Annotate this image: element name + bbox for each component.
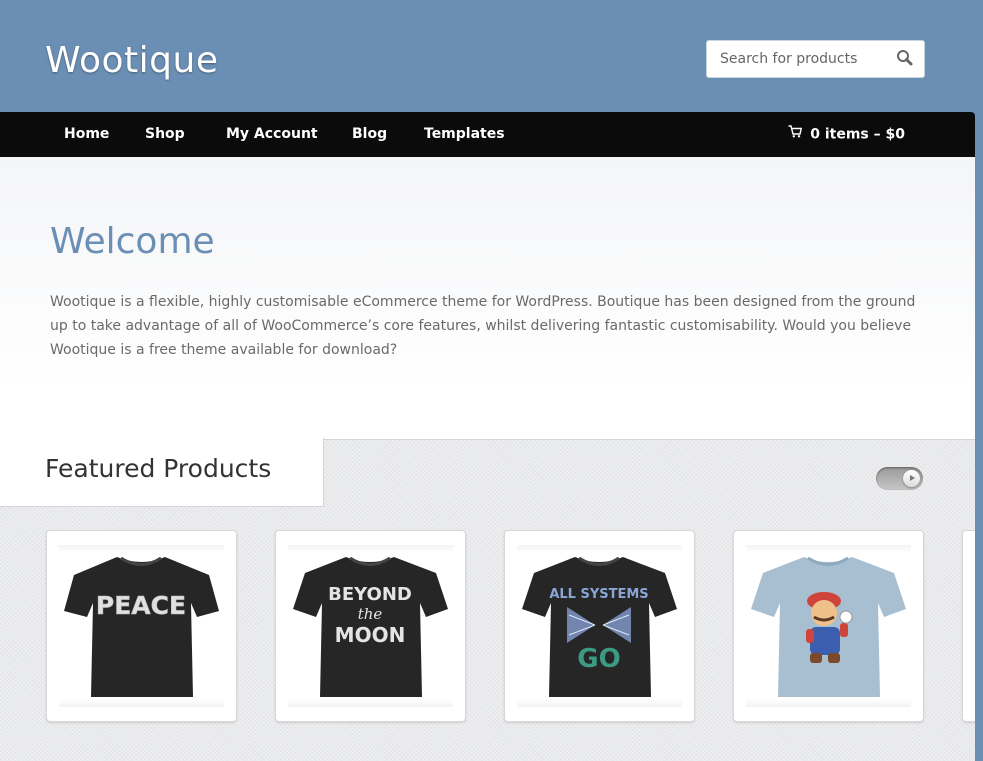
featured-products-section: Featured Products PEACE BEYOND the MOON … — [0, 438, 975, 761]
product-image: ALL SYSTEMS GO — [517, 545, 682, 707]
nav-item-home[interactable]: Home — [64, 112, 109, 157]
product-card-plumber[interactable] — [733, 530, 924, 722]
product-print-line3: MOON — [335, 623, 406, 647]
product-print-line2: GO — [577, 644, 620, 674]
cart-summary: 0 items – $0 — [810, 126, 905, 143]
search-icon[interactable] — [894, 48, 916, 70]
product-card-beyond-the-moon[interactable]: BEYOND the MOON — [275, 530, 466, 722]
search-input[interactable] — [707, 41, 877, 77]
product-print-line1: ALL SYSTEMS — [549, 587, 648, 602]
cart-icon — [788, 112, 803, 157]
product-image: BEYOND the MOON — [288, 545, 453, 707]
search-box — [706, 40, 925, 78]
product-image: PEACE — [59, 545, 224, 707]
product-print-line1: BEYOND — [328, 584, 412, 605]
nav-item-shop[interactable]: Shop — [145, 112, 185, 157]
product-card-all-systems-go[interactable]: ALL SYSTEMS GO — [504, 530, 695, 722]
product-image — [746, 545, 911, 707]
nav-item-blog[interactable]: Blog — [352, 112, 387, 157]
welcome-text: Wootique is a flexible, highly customisa… — [50, 294, 916, 358]
nav-item-templates[interactable]: Templates — [424, 112, 505, 157]
nav-item-my-account[interactable]: My Account — [226, 112, 318, 157]
site-title[interactable]: Wootique — [45, 40, 218, 81]
welcome-heading: Welcome — [50, 221, 215, 262]
product-card-peace[interactable]: PEACE — [46, 530, 237, 722]
product-print: PEACE — [96, 591, 186, 620]
slideshow-toggle[interactable] — [876, 467, 923, 490]
main-content: Welcome Wootique is a flexible, highly c… — [0, 157, 975, 761]
product-print-line2: the — [358, 605, 383, 623]
featured-heading: Featured Products — [45, 454, 272, 483]
featured-tab: Featured Products — [0, 438, 324, 507]
main-nav: Home Shop My Account Blog Templates 0 it… — [0, 112, 975, 157]
product-card-partial[interactable] — [962, 530, 975, 722]
cart-link[interactable]: 0 items – $0 — [788, 112, 905, 157]
play-toggle-icon — [903, 470, 920, 487]
